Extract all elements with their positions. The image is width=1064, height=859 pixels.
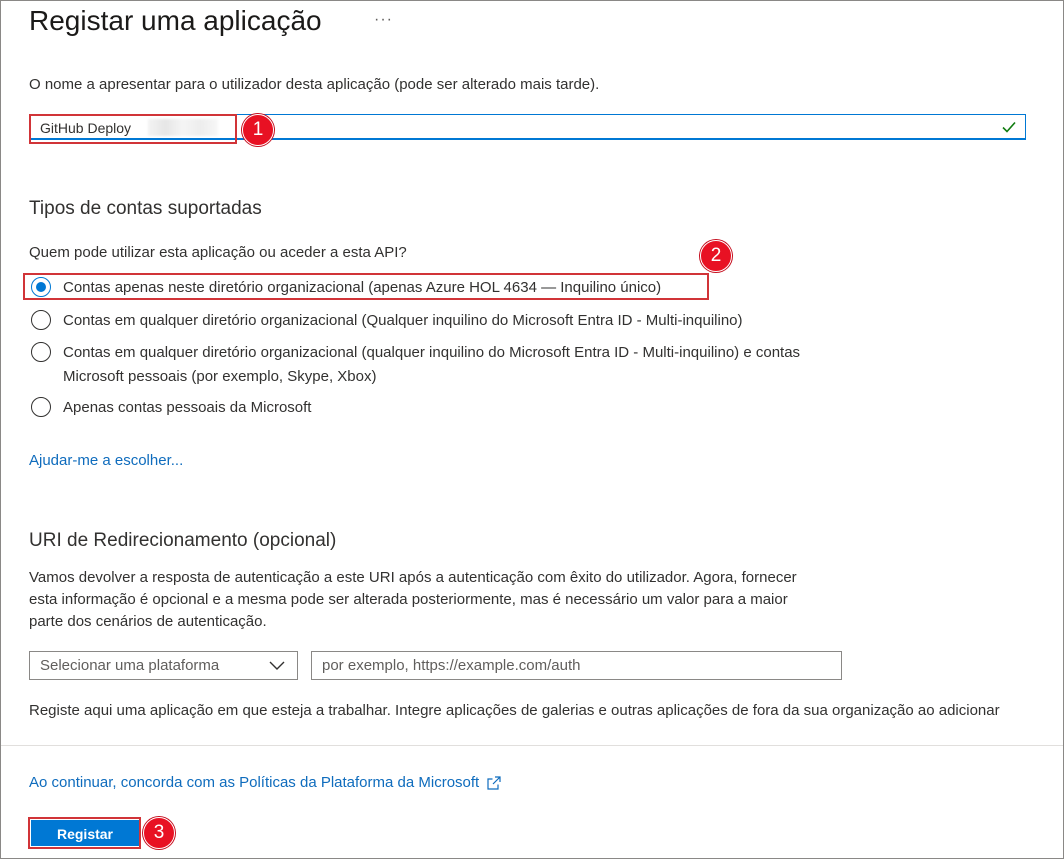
external-link-icon xyxy=(487,775,501,790)
register-button[interactable]: Registar xyxy=(31,820,139,846)
step-badge-2: 2 xyxy=(700,240,732,272)
account-types-question: Quem pode utilizar esta aplicação ou ace… xyxy=(29,244,407,261)
page-title: Registar uma aplicação xyxy=(29,5,322,36)
radio-multi-tenant[interactable] xyxy=(31,310,51,330)
option-multi-tenant-label: Contas em qualquer diretório organizacio… xyxy=(63,312,743,329)
chevron-down-icon xyxy=(269,661,285,670)
option-multi-tenant-personal-label-1: Contas em qualquer diretório organizacio… xyxy=(63,344,801,361)
redirect-uri-heading: URI de Redirecionamento (opcional) xyxy=(29,530,337,551)
step-badge-1: 1 xyxy=(242,114,274,146)
help-me-choose-link[interactable]: Ajudar-me a escolher... xyxy=(29,452,183,469)
redirect-uri-input[interactable] xyxy=(311,651,842,680)
checkmark-icon xyxy=(1002,121,1016,133)
radio-multi-tenant-personal[interactable] xyxy=(31,342,51,362)
register-app-page: Registar uma aplicação ··· O nome a apre… xyxy=(0,0,1064,859)
platform-select-value: Selecionar uma plataforma xyxy=(40,657,220,674)
highlight-box-name xyxy=(29,114,237,144)
redirect-description-line-2: esta informação é opcional e a mesma pod… xyxy=(29,591,788,608)
option-personal-only-label: Apenas contas pessoais da Microsoft xyxy=(63,399,312,416)
footer-divider xyxy=(1,745,1063,746)
redirect-description-line-1: Vamos devolver a resposta de autenticaçã… xyxy=(29,569,797,586)
option-single-tenant-label: Contas apenas neste diretório organizaci… xyxy=(63,279,662,296)
radio-single-tenant[interactable] xyxy=(31,277,51,297)
more-options-button[interactable]: ··· xyxy=(374,11,393,29)
step-badge-3: 3 xyxy=(143,817,175,849)
account-types-heading: Tipos de contas suportadas xyxy=(29,198,262,219)
policy-link[interactable]: Ao continuar, concorda com as Políticas … xyxy=(29,774,502,791)
display-name-description: O nome a apresentar para o utilizador de… xyxy=(29,76,600,93)
platform-select[interactable]: Selecionar uma plataforma xyxy=(29,651,298,680)
option-multi-tenant-personal-label-2: Microsoft pessoais (por exemplo, Skype, … xyxy=(63,368,377,385)
policy-link-label: Ao continuar, concorda com as Políticas … xyxy=(29,774,480,791)
redirect-description-line-3: parte dos cenários de autenticação. xyxy=(29,613,267,630)
radio-personal-only[interactable] xyxy=(31,397,51,417)
register-note: Registe aqui uma aplicação em que esteja… xyxy=(29,702,1000,719)
